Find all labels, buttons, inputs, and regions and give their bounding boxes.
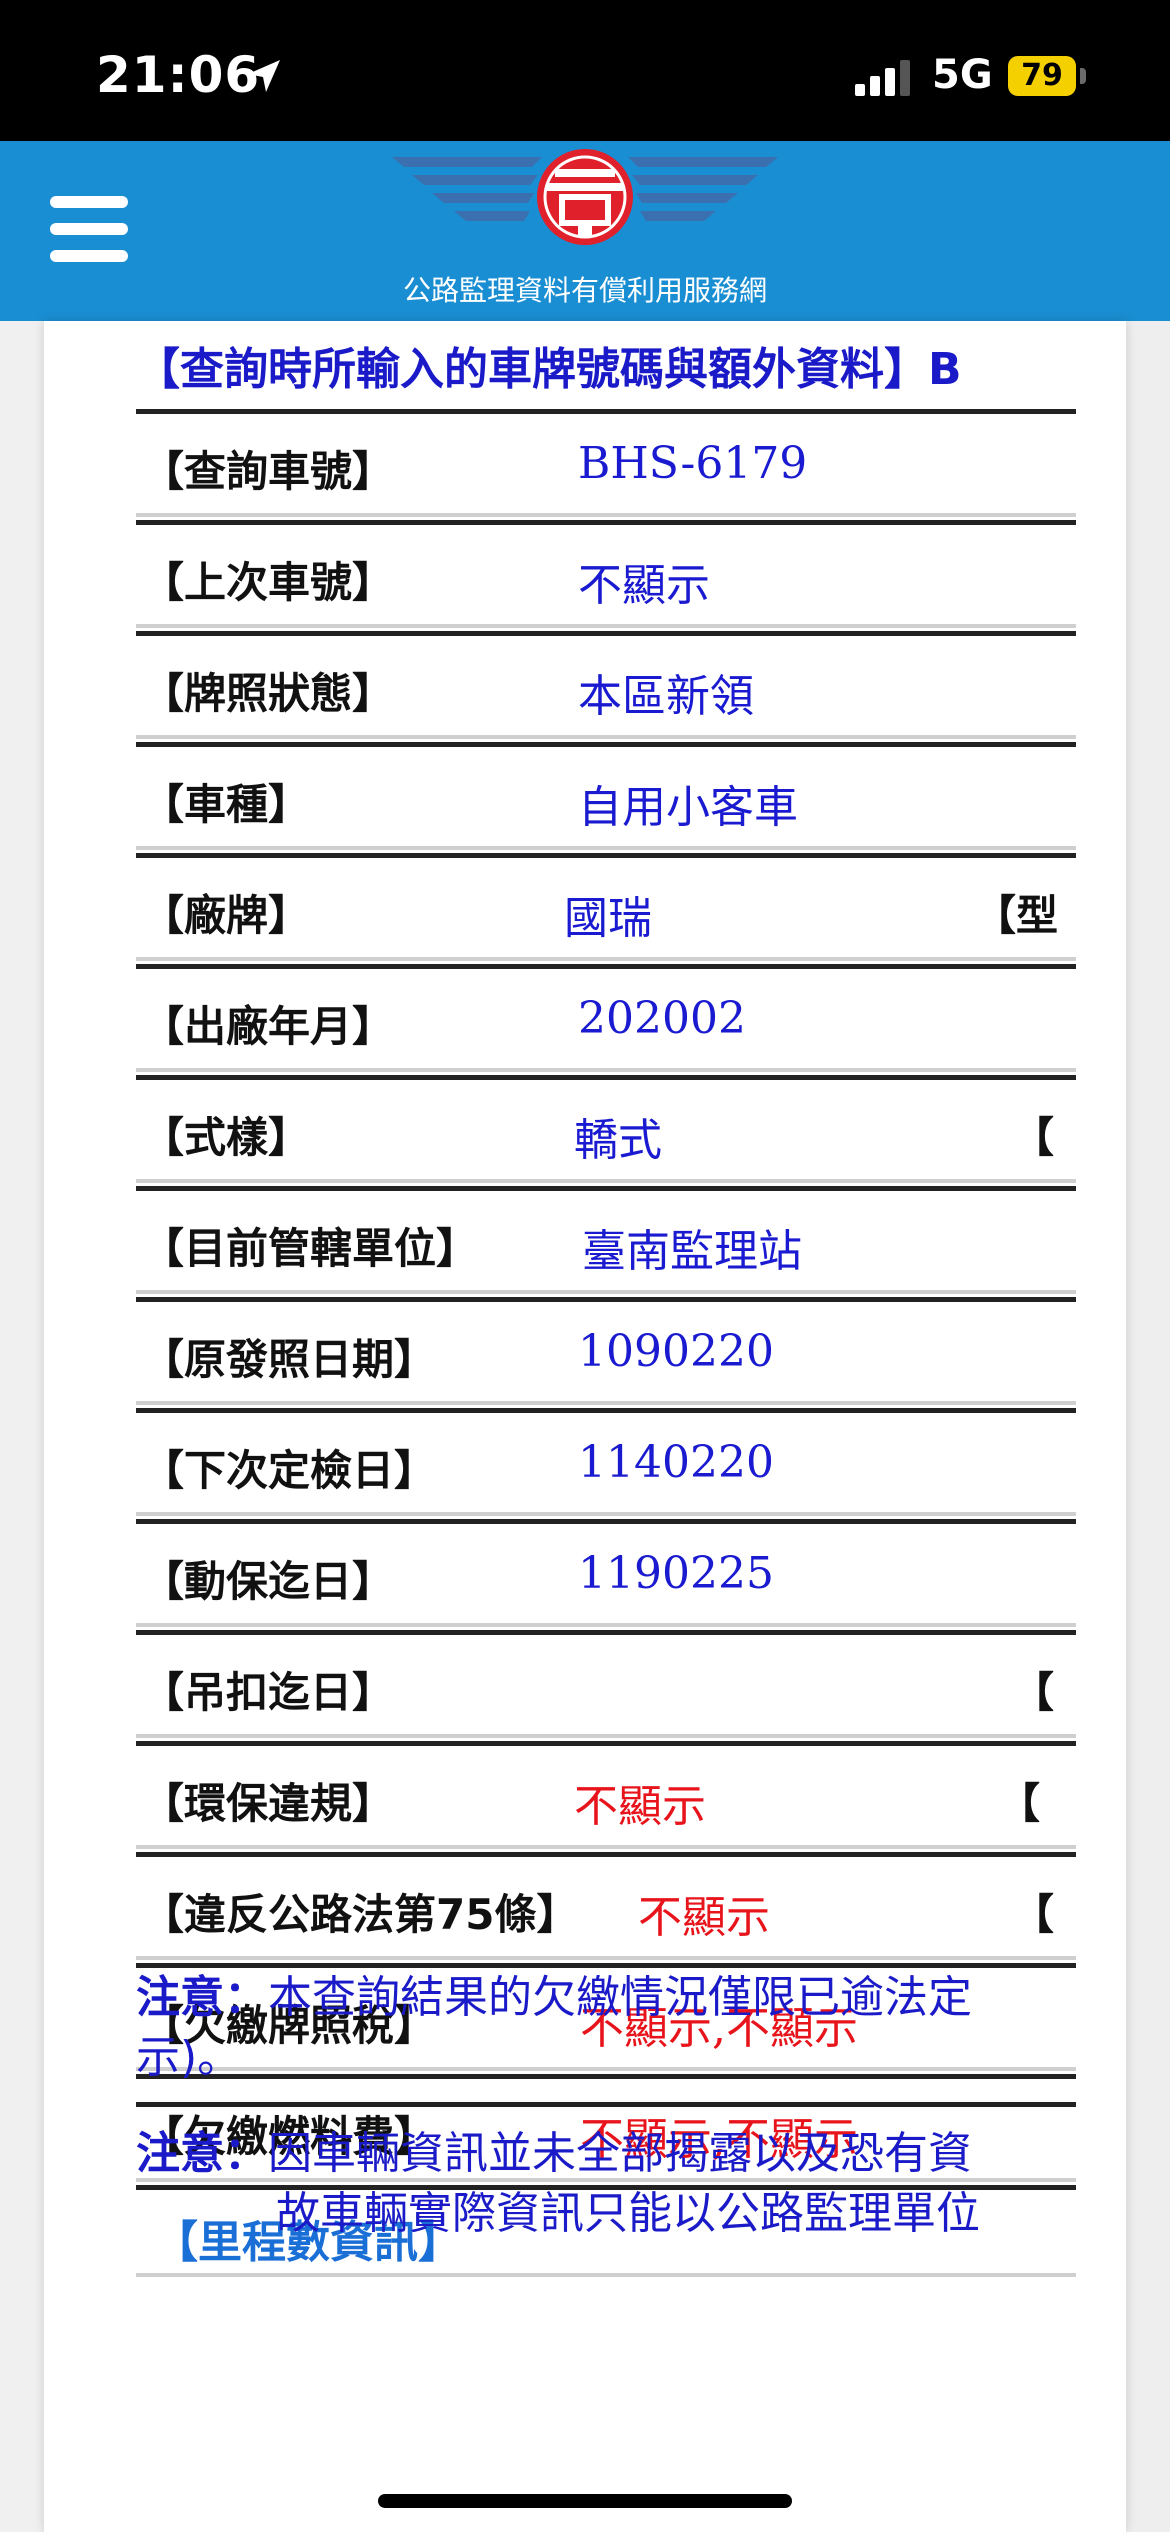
row-extra-label: 【 xyxy=(1012,1890,1055,1939)
row-value: 不顯示 xyxy=(574,1781,706,1832)
row-label: 【原發照日期】 xyxy=(142,1335,437,1384)
table-row: 【上次車號】 不顯示 xyxy=(136,520,1076,628)
page-gutter xyxy=(0,321,44,2532)
row-label: 【出廠年月】 xyxy=(142,1002,395,1051)
table-row: 【車種】 自用小客車 xyxy=(136,742,1076,850)
table-row: 【式樣】 轎式 【 xyxy=(136,1075,1076,1183)
row-label: 【上次車號】 xyxy=(142,558,395,607)
row-extra-label: 【 xyxy=(1012,1113,1055,1162)
row-value: 臺南監理站 xyxy=(582,1226,802,1277)
notice-body: 因車輛資訊並未全部揭露以及恐有資 xyxy=(268,2128,972,2179)
notice-text: 注意：因車輛資訊並未全部揭露以及恐有資故車輛實際資訊只能以公路監理單位 xyxy=(136,2124,980,2244)
row-label: 【廠牌】 xyxy=(142,891,311,940)
table-row: 【目前管轄單位】 臺南監理站 xyxy=(136,1186,1076,1294)
table-row: 【廠牌】 國瑞 【型 xyxy=(136,853,1076,961)
status-bar: 21:06 5G 79 xyxy=(0,0,1170,141)
battery-tip xyxy=(1080,68,1086,84)
cellular-signal-icon xyxy=(855,60,910,96)
home-indicator xyxy=(378,2494,792,2508)
notice-body-line2: 示)。 xyxy=(136,2032,242,2083)
row-value: 自用小客車 xyxy=(578,782,798,833)
row-label: 【目前管轄單位】 xyxy=(142,1224,479,1273)
table-row: 【牌照狀態】 本區新領 xyxy=(136,631,1076,739)
row-value: 轎式 xyxy=(574,1115,662,1166)
table-row: 【出廠年月】 202002 xyxy=(136,964,1076,1072)
row-label: 【動保迄日】 xyxy=(142,1557,395,1606)
site-logo[interactable] xyxy=(392,147,778,257)
notice-prefix: 注意： xyxy=(136,2128,268,2179)
row-value: 1090220 xyxy=(578,1326,774,1377)
row-label: 【式樣】 xyxy=(142,1113,311,1162)
table-row: 【原發照日期】 1090220 xyxy=(136,1297,1076,1405)
site-title: 公路監理資料有償利用服務網 xyxy=(402,274,767,307)
row-label: 【牌照狀態】 xyxy=(142,669,395,718)
location-arrow-icon xyxy=(248,60,280,92)
row-value: 不顯示 xyxy=(638,1892,770,1943)
row-label: 【違反公路法第75條】 xyxy=(142,1890,579,1939)
table-row: 【環保違規】 不顯示 【 xyxy=(136,1741,1076,1849)
status-time: 21:06 xyxy=(96,46,261,104)
row-extra-label: 【 xyxy=(998,1779,1041,1828)
row-value: 國瑞 xyxy=(564,893,652,944)
notice-prefix: 注意： xyxy=(136,1972,268,2023)
content-card: 【查詢時所輸入的車牌號碼與額外資料】B 【查詢車號】 BHS-6179 【上次車號】… xyxy=(44,321,1126,2532)
row-value: BHS-6179 xyxy=(578,438,808,489)
results-table: 【查詢時所輸入的車牌號碼與額外資料】B 【查詢車號】 BHS-6179 【上次車號】… xyxy=(136,321,1076,2532)
notice-body-line2: 故車輛實際資訊只能以公路監理單位 xyxy=(276,2188,980,2239)
site-header: 公路監理資料有償利用服務網 xyxy=(0,141,1170,321)
table-row: 【下次定檢日】 1140220 xyxy=(136,1408,1076,1516)
table-row: 【查詢車號】 BHS-6179 xyxy=(136,409,1076,517)
row-label: 【吊扣迄日】 xyxy=(142,1668,395,1717)
notice-text: 注意：本查詢結果的欠繳情況僅限已逾法定 示)。 xyxy=(136,1968,972,2088)
row-value: 不顯示 xyxy=(578,560,710,611)
row-label: 【查詢車號】 xyxy=(142,447,395,496)
table-row: 【動保迄日】 1190225 xyxy=(136,1519,1076,1627)
battery-icon: 79 xyxy=(1008,56,1076,96)
notes-divider xyxy=(136,2102,1076,2107)
row-label: 【車種】 xyxy=(142,780,311,829)
row-label: 【下次定檢日】 xyxy=(142,1446,437,1495)
notice-body: 本查詢結果的欠繳情況僅限已逾法定 xyxy=(268,1972,972,2023)
table-caption: 【查詢時所輸入的車牌號碼與額外資料】B xyxy=(136,344,962,395)
network-type: 5G xyxy=(932,52,993,98)
row-label: 【環保違規】 xyxy=(142,1779,395,1828)
menu-icon[interactable] xyxy=(50,196,128,262)
row-value: 1190225 xyxy=(578,1548,774,1599)
row-extra-label: 【 xyxy=(1012,1668,1055,1717)
row-value: 202002 xyxy=(578,993,746,1044)
row-extra-label: 【型 xyxy=(974,891,1059,940)
table-row: 【違反公路法第75條】 不顯示 【 xyxy=(136,1852,1076,1960)
row-value: 本區新領 xyxy=(578,671,754,722)
table-row: 【吊扣迄日】 【 xyxy=(136,1630,1076,1738)
row-value: 1140220 xyxy=(578,1437,774,1488)
